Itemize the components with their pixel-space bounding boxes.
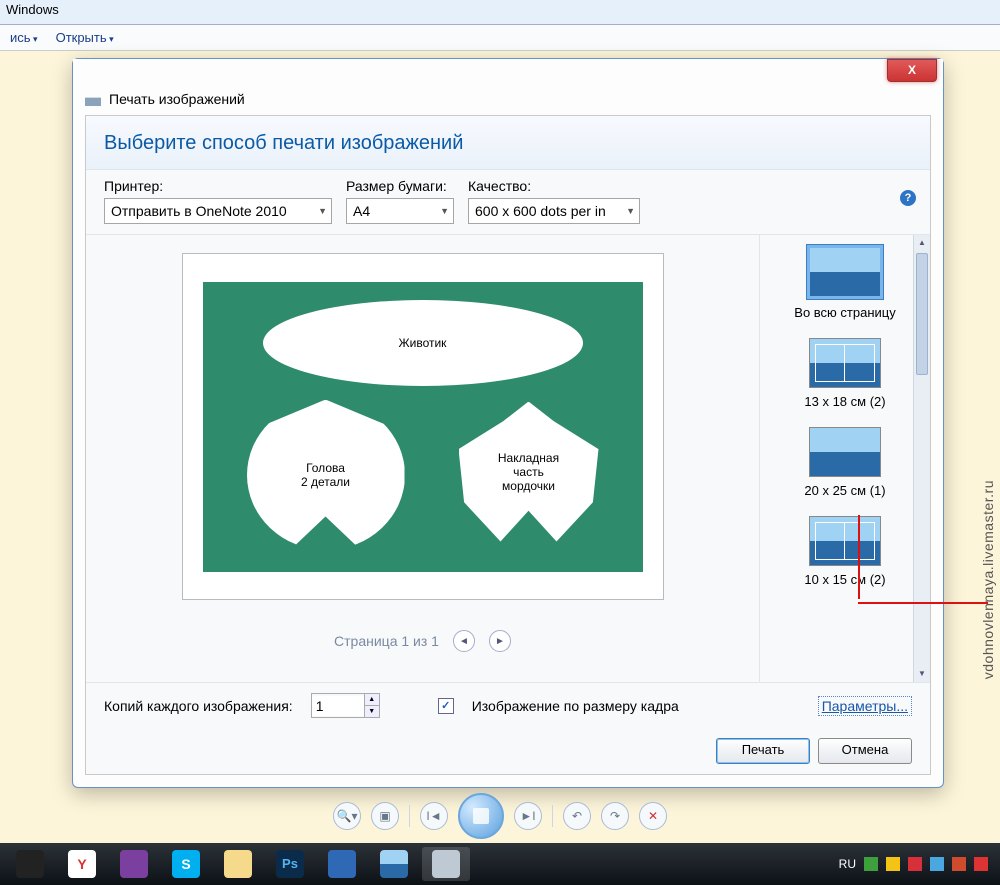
layout-10x15[interactable]: 10 x 15 см (2) (780, 516, 910, 587)
tray-icon[interactable] (952, 857, 966, 871)
close-button[interactable]: X (887, 59, 937, 82)
printer-value: Отправить в OneNote 2010 (111, 203, 287, 219)
dialog-heading: Выберите способ печати изображений (86, 116, 930, 170)
delete-icon[interactable]: ✕ (639, 802, 667, 830)
layout-label: Во всю страницу (780, 305, 910, 320)
page-thumbnail: Животик Голова 2 детали Накладная часть … (182, 253, 664, 600)
rotate-right-icon[interactable]: ↷ (601, 802, 629, 830)
layout-thumb-icon (807, 245, 883, 299)
window-title: Windows (0, 0, 1000, 25)
copies-row: Копий каждого изображения: ▲ ▼ ✓ Изображ… (86, 682, 930, 728)
taskbar-photo-viewer[interactable] (370, 847, 418, 881)
quality-label: Качество: (468, 178, 640, 194)
last-button[interactable]: ►I (514, 802, 542, 830)
fit-screen-icon[interactable]: ▣ (371, 802, 399, 830)
menu-item[interactable]: Открыть (56, 30, 114, 45)
printer-icon (85, 92, 101, 106)
layout-full-page[interactable]: Во всю страницу (780, 245, 910, 320)
paper-label: Размер бумаги: (346, 178, 454, 194)
print-options: Принтер: Отправить в OneNote 2010 ▼ Разм… (86, 170, 930, 235)
slideshow-button[interactable] (458, 793, 504, 839)
layout-list: Во всю страницу 13 x 18 см (2) 20 x 25 с… (759, 235, 930, 682)
page-counter: Страница 1 из 1 ◄ ► (334, 630, 511, 652)
pattern-image: Животик Голова 2 детали Накладная часть … (203, 282, 643, 572)
page-preview: Животик Голова 2 детали Накладная часть … (86, 235, 759, 682)
dialog-caption: Печать изображений (73, 83, 943, 115)
next-page-button[interactable]: ► (489, 630, 511, 652)
layout-thumb-icon (809, 516, 881, 566)
taskbar: Y S Ps RU (0, 843, 1000, 885)
layout-label: 10 x 15 см (2) (780, 572, 910, 587)
parameters-link[interactable]: Параметры... (818, 696, 912, 716)
annotation-mark (858, 599, 988, 604)
taskbar-skype[interactable]: S (162, 847, 210, 881)
spin-down-icon[interactable]: ▼ (364, 706, 379, 717)
taskbar-onenote[interactable] (110, 847, 158, 881)
scroll-thumb[interactable] (916, 253, 928, 375)
fit-checkbox[interactable]: ✓ (438, 698, 454, 714)
annotation-mark (858, 515, 863, 599)
pattern-muzzle: Накладная часть мордочки (459, 402, 599, 542)
paper-value: A4 (353, 203, 370, 219)
pattern-belly: Животик (263, 300, 583, 386)
chevron-down-icon: ▼ (318, 206, 327, 216)
watermark: vdohnovlennaya.livemaster.ru (980, 480, 996, 679)
first-button[interactable]: I◄ (420, 802, 448, 830)
chevron-down-icon: ▼ (440, 206, 449, 216)
separator (552, 805, 553, 827)
layout-label: 13 x 18 см (2) (780, 394, 910, 409)
layout-13x18[interactable]: 13 x 18 см (2) (780, 338, 910, 409)
copies-label: Копий каждого изображения: (104, 698, 293, 714)
system-tray: RU (839, 857, 994, 871)
layout-scrollbar[interactable]: ▲ ▼ (913, 235, 930, 682)
tray-avira-icon[interactable] (908, 857, 922, 871)
layout-20x25[interactable]: 20 x 25 см (1) (780, 427, 910, 498)
tray-icon[interactable] (864, 857, 878, 871)
cancel-button[interactable]: Отмена (818, 738, 912, 764)
print-dialog: X Печать изображений Выберите способ печ… (72, 58, 944, 788)
prev-page-button[interactable]: ◄ (453, 630, 475, 652)
layout-thumb-icon (809, 338, 881, 388)
layout-label: 20 x 25 см (1) (780, 483, 910, 498)
rotate-left-icon[interactable]: ↶ (563, 802, 591, 830)
page-counter-text: Страница 1 из 1 (334, 633, 439, 649)
preview-area: Животик Голова 2 детали Накладная часть … (86, 235, 930, 682)
taskbar-camera[interactable] (6, 847, 54, 881)
help-icon[interactable]: ? (900, 190, 916, 206)
printer-select[interactable]: Отправить в OneNote 2010 ▼ (104, 198, 332, 224)
spin-up-icon[interactable]: ▲ (364, 694, 379, 706)
taskbar-explorer[interactable] (214, 847, 262, 881)
layout-thumb-icon (809, 427, 881, 477)
dialog-title: Печать изображений (109, 91, 245, 107)
zoom-icon[interactable]: 🔍▾ (333, 802, 361, 830)
window-menu: ись Открыть (0, 25, 1000, 51)
tray-icon[interactable] (930, 857, 944, 871)
dialog-buttons: Печать Отмена (86, 728, 930, 774)
copies-input[interactable] (312, 696, 364, 716)
fit-label: Изображение по размеру кадра (472, 698, 679, 714)
taskbar-photoshop[interactable]: Ps (266, 847, 314, 881)
language-indicator[interactable]: RU (839, 857, 856, 871)
dialog-body: Выберите способ печати изображений Принт… (85, 115, 931, 775)
taskbar-snip[interactable] (318, 847, 366, 881)
quality-value: 600 x 600 dots per in (475, 203, 606, 219)
chevron-down-icon: ▼ (626, 206, 635, 216)
quality-select[interactable]: 600 x 600 dots per in ▼ (468, 198, 640, 224)
printer-label: Принтер: (104, 178, 332, 194)
scroll-up-icon[interactable]: ▲ (914, 235, 930, 251)
separator (409, 805, 410, 827)
print-button[interactable]: Печать (716, 738, 810, 764)
dialog-titlebar: X (73, 59, 943, 83)
photo-viewer-toolbar: 🔍▾ ▣ I◄ ►I ↶ ↷ ✕ (0, 796, 1000, 836)
menu-item[interactable]: ись (10, 30, 38, 45)
tray-adobe-icon[interactable] (974, 857, 988, 871)
paper-select[interactable]: A4 ▼ (346, 198, 454, 224)
taskbar-yandex[interactable]: Y (58, 847, 106, 881)
taskbar-print[interactable] (422, 847, 470, 881)
tray-icon[interactable] (886, 857, 900, 871)
copies-spinner[interactable]: ▲ ▼ (311, 693, 380, 718)
scroll-down-icon[interactable]: ▼ (914, 666, 930, 682)
pattern-head: Голова 2 детали (247, 400, 405, 550)
